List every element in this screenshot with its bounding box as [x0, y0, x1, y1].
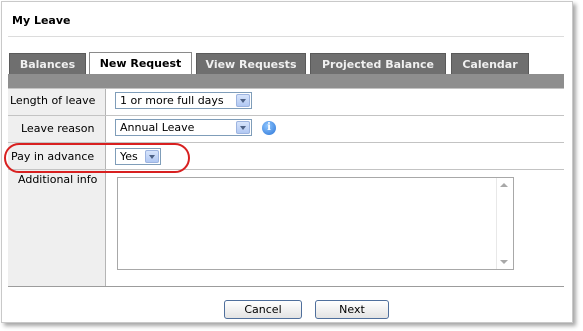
cancel-button[interactable]: Cancel	[224, 300, 302, 319]
title-divider	[8, 36, 564, 37]
tab-projected-balance[interactable]: Projected Balance	[310, 53, 446, 75]
tab-strip	[8, 74, 564, 88]
scroll-down-icon[interactable]	[500, 260, 508, 264]
info-icon[interactable]: i	[262, 121, 276, 135]
additional-info-textarea[interactable]	[117, 177, 514, 270]
length-of-leave-select[interactable]: 1 or more full days	[115, 92, 252, 109]
additional-info-label: Additional info	[18, 173, 98, 186]
length-of-leave-value: 1 or more full days	[120, 94, 224, 107]
length-of-leave-label: Length of leave	[10, 94, 96, 107]
highlight-annotation	[4, 143, 190, 173]
tab-balances[interactable]: Balances	[9, 53, 86, 75]
tab-calendar[interactable]: Calendar	[451, 53, 529, 75]
tab-new-request[interactable]: New Request	[89, 52, 192, 76]
leave-reason-value: Annual Leave	[120, 121, 195, 134]
label-column	[8, 88, 106, 286]
window-title: My Leave	[12, 14, 71, 27]
chevron-down-icon[interactable]	[236, 121, 250, 134]
next-button[interactable]: Next	[315, 300, 389, 319]
textarea-scrollbar[interactable]	[496, 178, 513, 269]
scroll-up-icon[interactable]	[500, 183, 508, 187]
tab-view-requests[interactable]: View Requests	[196, 53, 306, 75]
chevron-down-icon[interactable]	[236, 94, 250, 107]
leave-window: My Leave Balances New Request View Reque…	[1, 1, 573, 323]
leave-reason-select[interactable]: Annual Leave	[115, 119, 252, 136]
leave-reason-label: Leave reason	[21, 122, 95, 135]
